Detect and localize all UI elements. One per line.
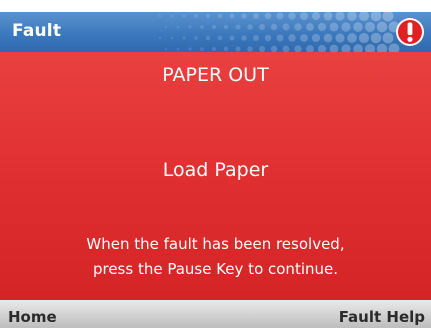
fault-headline: PAPER OUT xyxy=(162,64,269,86)
home-softkey[interactable]: Home xyxy=(8,308,57,326)
alert-exclamation-icon xyxy=(396,18,424,46)
fault-instructions-line-2: press the Pause Key to continue. xyxy=(92,260,339,278)
fault-help-softkey[interactable]: Fault Help xyxy=(339,308,425,326)
fault-panel: PAPER OUT Load Paper When the fault has … xyxy=(0,52,431,300)
title-bar: Fault xyxy=(0,12,431,52)
screen-title: Fault xyxy=(12,21,62,41)
fault-action-message: Load Paper xyxy=(162,159,269,181)
fault-instructions-line-1: When the fault has been resolved, xyxy=(86,235,345,253)
softkey-bar: Home Fault Help xyxy=(0,300,431,328)
title-bar-dot-pattern xyxy=(158,12,400,52)
printer-display: Fault PAPER OUT Load Paper When the faul… xyxy=(0,0,431,328)
